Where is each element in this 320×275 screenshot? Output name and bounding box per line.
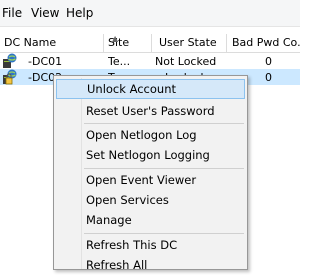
menu-unlock-account[interactable]: Unlock Account: [56, 79, 245, 99]
menu-refresh-this-dc[interactable]: Refresh This DC: [56, 235, 245, 255]
menu-separator: [84, 123, 244, 124]
dc-name-cell: -DC01: [28, 55, 63, 68]
context-menu: Unlock Account Reset User's Password Ope…: [53, 75, 248, 272]
menu-reset-password[interactable]: Reset User's Password: [56, 101, 245, 121]
menu-separator: [84, 168, 244, 169]
site-cell: Te...: [108, 55, 131, 68]
bad-pwd-cell: 0: [265, 55, 272, 68]
column-bad-pwd-count[interactable]: Bad Pwd Co...: [227, 34, 300, 52]
menu-open-services[interactable]: Open Services: [56, 190, 245, 210]
menu-open-event-viewer[interactable]: Open Event Viewer: [56, 170, 245, 190]
domain-controller-icon: [3, 53, 17, 68]
menu-help[interactable]: Help: [66, 6, 93, 20]
sort-up-icon: ▲: [112, 34, 119, 43]
menu-separator: [84, 233, 244, 234]
domain-controller-icon: [3, 69, 17, 85]
column-dc-name[interactable]: DC Name: [0, 34, 104, 52]
menu-refresh-all[interactable]: Refresh All: [56, 255, 245, 275]
column-user-state[interactable]: User State: [152, 34, 227, 52]
menu-view[interactable]: View: [31, 6, 59, 20]
menu-manage[interactable]: Manage: [56, 210, 245, 230]
table-row[interactable]: -DC01 Te... Not Locked 0: [0, 53, 300, 69]
menu-open-netlogon-log[interactable]: Open Netlogon Log: [56, 125, 245, 145]
list-header: DC Name Site User State Bad Pwd Co...: [0, 34, 300, 53]
user-state-cell: Not Locked: [155, 55, 217, 68]
menu-bar: File View Help: [0, 0, 300, 27]
bad-pwd-cell: 0: [265, 71, 272, 84]
menu-set-netlogon-logging[interactable]: Set Netlogon Logging: [56, 145, 245, 165]
menu-file[interactable]: File: [2, 6, 22, 20]
